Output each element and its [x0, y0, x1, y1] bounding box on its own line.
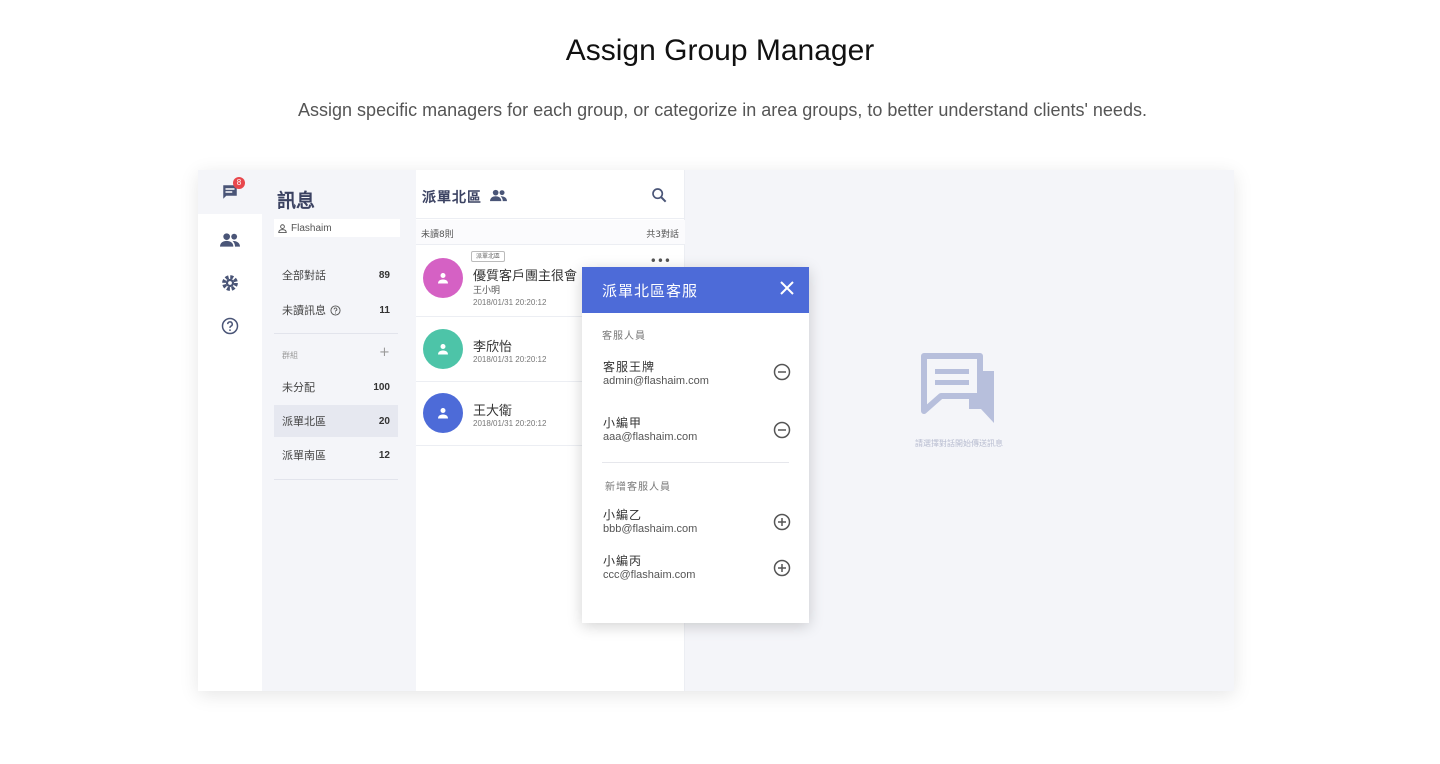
conversation-time: 2018/01/31 20:20:12 — [473, 419, 547, 428]
divider — [274, 479, 398, 480]
sidebar-group-south[interactable]: 派單南區 12 — [274, 439, 398, 471]
conversation-contact: 王小明 — [473, 286, 501, 296]
sidebar-group-unassigned[interactable]: 未分配 100 — [274, 371, 398, 403]
help-icon — [221, 317, 239, 335]
sidebar-item-count: 89 — [378, 269, 390, 281]
avatar — [423, 258, 463, 298]
unread-badge: 8 — [233, 177, 245, 189]
list-summary: 未讀8則 共3對話 — [416, 220, 685, 245]
icon-rail: 8 — [198, 170, 262, 691]
manager-name: 客服王牌 — [603, 360, 656, 374]
more-options-icon[interactable]: ••• — [650, 254, 671, 268]
search-icon[interactable] — [651, 187, 667, 203]
person-icon — [438, 344, 448, 355]
help-icon — [330, 304, 341, 316]
conversation-time: 2018/01/31 20:20:12 — [473, 298, 547, 307]
dialog-title: 派單北區客服 — [602, 282, 699, 300]
conversation-tag: 派單北區 — [471, 251, 506, 262]
page-subtitle: Assign specific managers for each group,… — [298, 100, 1147, 120]
manager-name: 小編丙 — [603, 554, 643, 568]
user-icon — [278, 223, 287, 233]
manager-email: ccc@flashaim.com — [603, 569, 696, 581]
sidebar-item-label: 未讀訊息 — [282, 304, 326, 317]
total-count: 共3對話 — [646, 230, 679, 240]
person-icon — [438, 273, 448, 284]
list-header: 派單北區 — [416, 170, 685, 219]
sidebar-item-count: 11 — [379, 304, 390, 316]
avatar — [423, 393, 463, 433]
conversation-name: 李欣怡 — [473, 340, 513, 355]
settings-icon — [222, 275, 238, 291]
divider — [602, 462, 789, 463]
current-user-name: Flashaim — [291, 222, 332, 234]
divider — [274, 333, 398, 334]
close-icon[interactable] — [779, 280, 795, 296]
sidebar-item-label: 派單南區 — [282, 449, 326, 462]
sidebar-item-label: 派單北區 — [282, 415, 326, 428]
dialog-header: 派單北區客服 — [582, 267, 809, 313]
manager-email: bbb@flashaim.com — [603, 523, 698, 535]
rail-help[interactable] — [198, 304, 262, 348]
manager-email: aaa@flashaim.com — [603, 431, 698, 443]
group-members-icon[interactable] — [490, 189, 507, 202]
rail-settings[interactable] — [198, 261, 262, 305]
conversation-name: 優質客戶團主很會 — [473, 269, 578, 284]
assigned-section-label: 客服人員 — [602, 331, 646, 342]
remove-manager-icon[interactable] — [773, 363, 791, 381]
add-section-label: 新增客服人員 — [605, 482, 671, 493]
sidebar-item-count: 12 — [378, 449, 390, 461]
sidebar: 訊息 Flashaim 全部對話 89 未讀訊息 11 群組 + 未分配 100… — [262, 170, 416, 691]
current-user[interactable]: Flashaim — [274, 219, 400, 237]
sidebar-item-count: 100 — [373, 381, 390, 393]
contacts-icon — [220, 233, 240, 247]
sidebar-item-label: 未分配 — [282, 381, 315, 394]
add-manager-icon[interactable] — [773, 513, 791, 531]
unread-count: 未讀8則 — [421, 230, 454, 240]
sidebar-item-count: 20 — [378, 415, 390, 427]
sidebar-title: 訊息 — [277, 190, 316, 212]
sidebar-item-all[interactable]: 全部對話 89 — [274, 259, 398, 291]
person-icon — [438, 408, 448, 419]
manager-name: 小編乙 — [603, 508, 643, 522]
add-manager-icon[interactable] — [773, 559, 791, 577]
list-title: 派單北區 — [422, 190, 482, 206]
sidebar-group-north[interactable]: 派單北區 20 — [274, 405, 398, 437]
group-manager-dialog: 派單北區客服 客服人員 客服王牌 admin@flashaim.com 小編甲 … — [582, 267, 809, 623]
conversation-time: 2018/01/31 20:20:12 — [473, 355, 547, 364]
manager-name: 小編甲 — [603, 416, 643, 430]
rail-messages[interactable]: 8 — [198, 170, 262, 214]
sidebar-item-unread[interactable]: 未讀訊息 11 — [274, 294, 398, 326]
manager-email: admin@flashaim.com — [603, 375, 709, 387]
avatar — [423, 329, 463, 369]
page-title: Assign Group Manager — [565, 34, 875, 67]
remove-manager-icon[interactable] — [773, 421, 791, 439]
conversation-icon — [921, 353, 994, 423]
add-group-button[interactable]: + — [379, 345, 390, 360]
group-section-label: 群組 — [282, 351, 298, 360]
rail-contacts[interactable] — [198, 218, 262, 262]
conversation-name: 王大衛 — [473, 404, 513, 419]
sidebar-item-label: 全部對話 — [282, 269, 326, 282]
